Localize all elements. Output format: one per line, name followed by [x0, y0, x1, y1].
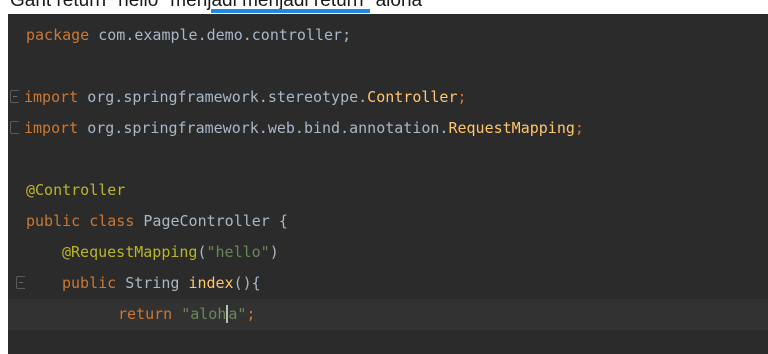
annotation-request-mapping: @RequestMapping — [62, 243, 198, 261]
package-name: com.example.demo.controller; — [89, 26, 352, 44]
fold-icon[interactable] — [16, 276, 25, 289]
code-line-6[interactable]: @Controller — [8, 175, 768, 206]
fold-icon[interactable] — [10, 90, 19, 103]
keyword-public: public — [62, 274, 117, 292]
annotation-controller: @Controller — [26, 181, 126, 199]
code-line-8[interactable]: @RequestMapping("hello") — [8, 237, 768, 268]
open-brace: { — [269, 212, 288, 230]
import-class: RequestMapping — [448, 119, 575, 137]
method-signature: (){ — [233, 274, 261, 292]
code-line-4[interactable]: import org.springframework.web.bind.anno… — [8, 113, 768, 144]
code-line-9[interactable]: public String index(){ — [8, 268, 768, 299]
type-string: String — [125, 274, 180, 292]
caption-underline — [211, 9, 370, 13]
code-line-1[interactable]: package com.example.demo.controller; — [8, 20, 768, 51]
keyword-public: public — [26, 212, 81, 230]
keyword-import: import — [24, 119, 79, 137]
semicolon: ; — [246, 305, 256, 323]
caption-text: Gant return "hello" menjadi menjadi retu… — [10, 0, 429, 11]
code-line-3[interactable]: import org.springframework.stereotype.Co… — [8, 82, 768, 113]
string-aloha-part2: a" — [228, 305, 247, 323]
paren-close: ) — [269, 243, 279, 261]
string-hello: "hello" — [206, 243, 270, 261]
class-name: PageController — [143, 212, 270, 230]
semicolon: ; — [574, 119, 584, 137]
keyword-package: package — [26, 26, 90, 44]
code-line-10[interactable]: return "aloh a"; — [8, 299, 768, 330]
import-path: org.springframework.web.bind.annotation. — [78, 119, 449, 137]
keyword-import: import — [24, 88, 79, 106]
code-line-5[interactable] — [8, 144, 768, 175]
fold-end-icon[interactable] — [10, 121, 19, 134]
code-line-2[interactable] — [8, 51, 768, 82]
keyword-class: class — [89, 212, 135, 230]
paren-open: ( — [197, 243, 207, 261]
string-aloha-part1: "aloh — [181, 305, 227, 323]
import-class: Controller — [367, 88, 458, 106]
import-path: org.springframework.stereotype. — [78, 88, 368, 106]
semicolon: ; — [457, 88, 467, 106]
keyword-return: return — [118, 305, 173, 323]
code-editor[interactable]: package com.example.demo.controller; imp… — [8, 14, 768, 354]
code-line-7[interactable]: public class PageController { — [8, 206, 768, 237]
method-name: index — [188, 274, 234, 292]
